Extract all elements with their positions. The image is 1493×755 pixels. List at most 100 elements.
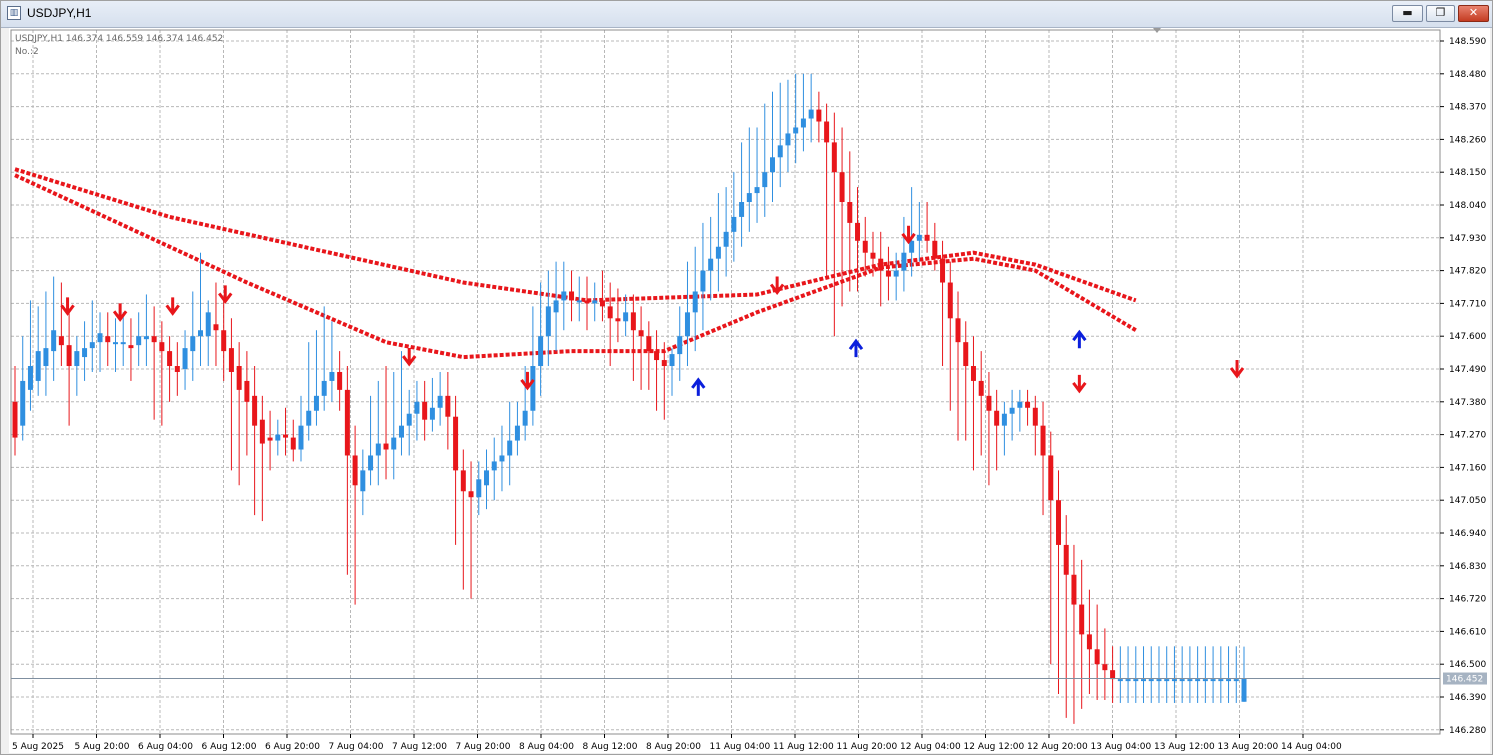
time-tick-label: 14 Aug 04:00: [1281, 742, 1342, 752]
title-bar[interactable]: ▥ USDJPY,H1 ▬ ❐ ✕: [1, 1, 1492, 28]
candle-body: [862, 240, 868, 253]
candle-body: [545, 306, 551, 337]
candle-body: [205, 312, 211, 337]
candle-body: [1110, 670, 1116, 680]
candle-body: [1025, 401, 1031, 408]
candle-body: [916, 234, 922, 241]
candle-body: [321, 380, 327, 396]
minimize-button[interactable]: ▬: [1392, 5, 1423, 22]
candle-body: [731, 216, 737, 232]
time-tick-label: 8 Aug 04:00: [519, 742, 574, 752]
close-button[interactable]: ✕: [1458, 5, 1489, 22]
candle-body: [1195, 679, 1201, 682]
time-tick-label: 13 Aug 04:00: [1091, 742, 1152, 752]
candle-body: [43, 348, 49, 367]
candle-body: [692, 291, 698, 313]
candle-body: [1094, 649, 1100, 665]
candle-body: [112, 342, 118, 345]
restore-button[interactable]: ❐: [1426, 5, 1455, 22]
candle-body: [994, 410, 1000, 426]
candle-body: [824, 121, 830, 143]
candle-body: [1055, 500, 1061, 545]
candle-body: [777, 145, 783, 158]
candle-body: [228, 348, 234, 372]
candle-body: [398, 425, 404, 438]
candle-body: [244, 380, 250, 402]
time-tick-label: 11 Aug 04:00: [710, 742, 771, 752]
time-tick-label: 6 Aug 20:00: [265, 742, 320, 752]
candle-body: [198, 330, 204, 337]
candle-body: [460, 470, 466, 492]
price-tick-label: 148.260: [1449, 135, 1486, 145]
time-tick-label: 11 Aug 12:00: [773, 742, 834, 752]
time-tick-label: 6 Aug 04:00: [138, 742, 193, 752]
time-tick-label: 7 Aug 04:00: [329, 742, 384, 752]
candle-body: [893, 270, 899, 277]
candle-body: [816, 109, 822, 122]
price-chart[interactable]: 148.590 148.480 148.370 148.260 148.150 148.0…: [9, 28, 1490, 753]
candle-body: [576, 300, 582, 303]
candle-body: [491, 461, 497, 471]
candle-body: [793, 127, 799, 134]
candle-body: [885, 270, 891, 277]
candle-body: [1210, 679, 1216, 682]
candle-body: [476, 479, 482, 498]
chart-info-line: USDJPY,H1 146.374 146.559 146.374 146.45…: [15, 34, 223, 44]
candle-body: [429, 407, 435, 420]
candle-body: [514, 425, 520, 441]
chart-area[interactable]: 148.590 148.480 148.370 148.260 148.150 148.0…: [9, 28, 1490, 753]
price-tick-label: 147.600: [1449, 332, 1486, 342]
candle-body: [337, 371, 343, 390]
price-tick-label: 148.370: [1449, 103, 1486, 113]
time-tick-label: 13 Aug 12:00: [1154, 742, 1215, 752]
candle-body: [1032, 407, 1038, 426]
time-tick-label: 13 Aug 20:00: [1218, 742, 1279, 752]
window-title: USDJPY,H1: [27, 6, 92, 20]
candle-body: [700, 270, 706, 292]
candle-body: [646, 336, 652, 352]
price-tick-label: 146.720: [1449, 595, 1486, 605]
candle-body: [970, 366, 976, 381]
candle-body: [1241, 678, 1247, 702]
price-tick-label: 147.490: [1449, 365, 1486, 375]
candle-body: [1202, 679, 1208, 682]
candle-body: [236, 366, 242, 390]
candle-body: [89, 342, 95, 349]
candle-body: [383, 443, 389, 450]
time-tick-label: 5 Aug 2025: [12, 742, 64, 752]
current-price-label: 146.452: [1446, 675, 1483, 685]
time-tick-label: 8 Aug 12:00: [583, 742, 638, 752]
candle-body: [592, 300, 598, 304]
candle-body: [739, 202, 745, 217]
candle-body: [1218, 679, 1224, 682]
time-tick-label: 8 Aug 20:00: [646, 742, 701, 752]
price-tick-label: 147.270: [1449, 431, 1486, 441]
candle-body: [1164, 679, 1170, 682]
candle-body: [174, 366, 180, 372]
candle-body: [963, 342, 969, 367]
candle-body: [368, 455, 374, 471]
candle-body: [847, 202, 853, 223]
price-tick-label: 146.280: [1449, 726, 1486, 736]
candle-body: [1009, 407, 1015, 414]
candle-body: [66, 345, 72, 367]
candle-body: [715, 246, 721, 259]
candle-body: [1179, 679, 1185, 682]
candle-body: [468, 491, 474, 498]
candle-body: [391, 437, 397, 450]
candle-body: [661, 360, 667, 367]
time-tick-label: 11 Aug 20:00: [837, 742, 898, 752]
candle-body: [453, 416, 459, 471]
price-tick-label: 148.480: [1449, 70, 1486, 80]
candle-body: [507, 440, 513, 456]
candle-body: [1171, 679, 1177, 682]
candle-body: [259, 419, 265, 444]
candle-body: [638, 330, 644, 337]
candle-body: [275, 434, 281, 441]
candle-body: [182, 348, 188, 369]
candle-body: [437, 395, 443, 408]
candle-body: [128, 345, 134, 349]
candle-body: [870, 252, 876, 259]
candle-body: [978, 380, 984, 396]
candle-body: [1063, 544, 1069, 575]
